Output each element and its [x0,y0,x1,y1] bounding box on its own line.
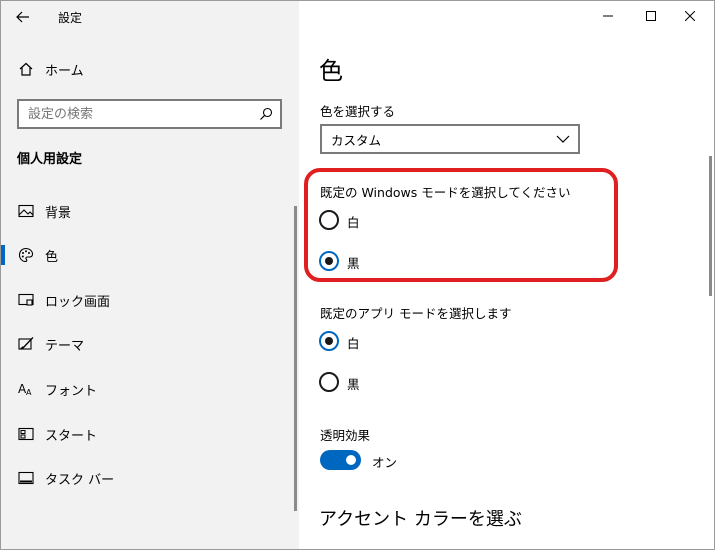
taskbar-icon [17,469,35,487]
sidebar-item-fonts[interactable]: A A フォント [1,369,291,409]
app-mode-label: 既定のアプリ モードを選択します [320,306,512,321]
nav-home[interactable]: ホーム [1,51,299,87]
font-icon: A A [17,380,35,398]
sidebar-item-label: テーマ [45,338,85,354]
sidebar-item-taskbar[interactable]: タスク バー [1,458,291,498]
search-box [17,99,282,129]
palette-icon [17,246,35,264]
content-scrollbar[interactable] [709,156,712,296]
back-button[interactable] [7,3,39,31]
radio-button[interactable] [319,251,339,271]
sidebar-item-label: ロック画面 [45,294,111,310]
sidebar-item-label: フォント [45,383,98,399]
title-bar: 設定 [1,1,299,33]
accent-color-heading: アクセント カラーを選ぶ [319,509,522,530]
search-input[interactable] [19,101,280,127]
radio-label: 黒 [347,256,360,271]
sidebar-item-start[interactable]: スタート [1,414,291,454]
back-arrow-icon [16,11,29,23]
start-icon [17,425,35,443]
maximize-icon [646,11,656,21]
sidebar-item-label: スタート [45,428,98,444]
sidebar: 設定 ホーム 個人用設定 背景 [1,1,299,549]
radio-button[interactable] [319,210,339,230]
radio-button[interactable] [319,331,339,351]
minimize-button[interactable] [585,1,631,31]
chevron-down-icon [556,135,570,143]
home-icon [17,60,35,78]
sidebar-item-themes[interactable]: テーマ [1,324,291,364]
app-title: 設定 [58,11,83,25]
sidebar-item-label: 色 [45,249,59,265]
main-content: 色 色を選択する カスタム 既定の Windows モードを選択してください 白… [299,1,714,549]
radio-label: 白 [347,336,360,351]
sidebar-item-colors[interactable]: 色 [1,235,291,275]
minimize-icon [603,15,613,17]
windows-mode-label: 既定の Windows モードを選択してください [320,185,571,200]
color-select-dropdown[interactable]: カスタム [320,124,580,154]
lock-screen-icon [17,291,35,309]
radio-label: 白 [347,215,360,230]
color-select-value: カスタム [331,132,382,148]
transparency-state-label: オン [372,455,398,470]
transparency-label: 透明効果 [320,428,371,443]
picture-icon [17,202,35,220]
theme-brush-icon [17,335,35,353]
sidebar-item-label: 背景 [45,205,72,221]
search-icon[interactable] [258,106,276,124]
radio-button[interactable] [319,372,339,392]
svg-text:A: A [26,388,32,397]
close-icon [685,11,695,21]
transparency-toggle[interactable] [320,450,361,470]
sidebar-item-background[interactable]: 背景 [1,191,291,231]
sidebar-scrollbar[interactable] [294,206,297,511]
radio-label: 黒 [347,377,360,392]
color-select-label: 色を選択する [320,104,396,119]
selection-indicator [1,245,5,265]
sidebar-item-lock-screen[interactable]: ロック画面 [1,280,291,320]
close-button[interactable] [667,1,713,31]
section-heading: 個人用設定 [17,152,83,167]
sidebar-item-label: タスク バー [45,472,115,488]
nav-home-label: ホーム [45,63,84,79]
page-title: 色 [319,57,343,85]
